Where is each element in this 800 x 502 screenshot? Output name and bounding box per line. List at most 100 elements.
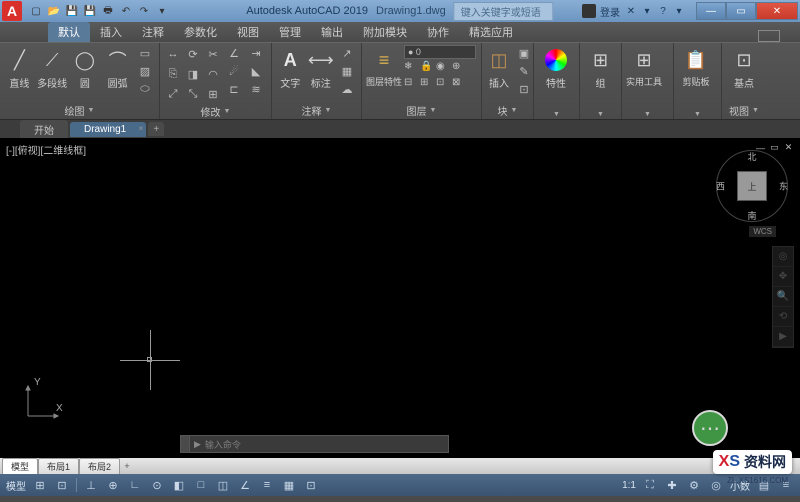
add-layout-button[interactable]: + xyxy=(120,460,134,472)
explode-icon[interactable]: ☄ xyxy=(224,63,244,79)
panel-annot-label[interactable]: 注释▼ xyxy=(276,102,357,119)
layer-iso-icon[interactable]: ⊟ xyxy=(404,77,418,91)
ribbon-tab-insert[interactable]: 插入 xyxy=(90,22,132,42)
viewcube[interactable]: 上 北 南 东 西 xyxy=(716,150,788,222)
mirror-icon[interactable]: ◨ xyxy=(184,65,202,83)
ellipse-icon[interactable]: ⬭ xyxy=(135,81,155,97)
save-icon[interactable]: 💾 xyxy=(64,3,80,19)
viewcube-top-face[interactable]: 上 xyxy=(737,171,767,201)
ribbon-tab-addins[interactable]: 附加模块 xyxy=(353,22,417,42)
qat-dropdown-icon[interactable]: ▾ xyxy=(154,3,170,19)
create-block-icon[interactable]: ▣ xyxy=(514,45,534,61)
help-dropdown-icon[interactable]: ▾ xyxy=(672,4,686,18)
leader-icon[interactable]: ↗ xyxy=(337,45,357,61)
exchange-icon[interactable]: ✕ xyxy=(624,4,638,18)
close-tab-icon[interactable]: × xyxy=(139,124,144,133)
user-icon[interactable] xyxy=(582,4,596,18)
ribbon-tab-parametric[interactable]: 参数化 xyxy=(174,22,227,42)
edit-block-icon[interactable]: ✎ xyxy=(514,63,534,79)
3dosnap-icon[interactable]: ◫ xyxy=(215,477,231,493)
close-button[interactable]: ✕ xyxy=(756,2,798,20)
anno-monitor-icon[interactable]: ◎ xyxy=(708,477,724,493)
ribbon-tab-annotate[interactable]: 注释 xyxy=(132,22,174,42)
tab-drawing1[interactable]: Drawing1× xyxy=(70,122,146,137)
line-button[interactable]: ╱直线 xyxy=(4,45,35,90)
anno-visibility-icon[interactable]: ⛶ xyxy=(642,477,658,493)
layer-prev-icon[interactable]: ⊞ xyxy=(420,77,434,91)
layer-dropdown[interactable]: ● 0 xyxy=(404,45,476,59)
nav-showmotion-icon[interactable]: ▶ xyxy=(773,327,793,347)
panel-clip-label[interactable]: ▼ xyxy=(678,110,717,119)
nav-wheel-icon[interactable]: ◎ xyxy=(773,247,793,267)
break-icon[interactable]: ≋ xyxy=(246,81,266,97)
rect-icon[interactable]: ▭ xyxy=(135,45,155,61)
ribbon-tab-manage[interactable]: 管理 xyxy=(269,22,311,42)
nav-zoom-icon[interactable]: 🔍 xyxy=(773,287,793,307)
command-line[interactable]: ▶输入命令 xyxy=(180,434,449,454)
viewcube-east[interactable]: 东 xyxy=(779,180,788,193)
layer-match-icon[interactable]: ⊕ xyxy=(452,61,466,75)
plot-icon[interactable]: 🖶 xyxy=(100,3,116,19)
cmdline-grip-icon[interactable] xyxy=(180,435,189,453)
layer-props-button[interactable]: ≡图层特性 xyxy=(366,45,402,88)
group-button[interactable]: ⊞组 xyxy=(584,45,617,90)
tab-start[interactable]: 开始 xyxy=(20,120,68,139)
dim-button[interactable]: ⟷标注 xyxy=(307,45,336,90)
layout-tab-layout2[interactable]: 布局2 xyxy=(79,458,120,474)
panel-modify-label[interactable]: 修改▼ xyxy=(164,103,267,120)
minimize-button[interactable]: — xyxy=(696,2,726,20)
maximize-button[interactable]: ▭ xyxy=(726,2,756,20)
array-icon[interactable]: ⊞ xyxy=(204,85,222,103)
isodraft-icon[interactable]: ◧ xyxy=(171,477,187,493)
workspace-icon[interactable]: ⚙ xyxy=(686,477,702,493)
ribbon-tab-view[interactable]: 视图 xyxy=(227,22,269,42)
panel-layer-label[interactable]: 图层▼ xyxy=(366,102,477,119)
ribbon-tab-featured[interactable]: 精选应用 xyxy=(459,22,523,42)
polar-icon[interactable]: ⊙ xyxy=(149,477,165,493)
osnap-icon[interactable]: □ xyxy=(193,477,209,493)
undo-icon[interactable]: ↶ xyxy=(118,3,134,19)
viewcube-west[interactable]: 西 xyxy=(716,180,725,193)
ribbon-focus-icon[interactable] xyxy=(758,30,780,42)
basepoint-button[interactable]: ⊡基点 xyxy=(726,45,762,90)
panel-view-label[interactable]: 视图▼ xyxy=(726,102,762,119)
panel-props-label[interactable]: ▼ xyxy=(538,110,575,119)
circle-button[interactable]: ◯圆 xyxy=(70,45,101,90)
hatch-icon[interactable]: ▨ xyxy=(135,63,155,79)
infer-constraint-icon[interactable]: ⊥ xyxy=(83,477,99,493)
ortho-icon[interactable]: ∟ xyxy=(127,477,143,493)
login-button[interactable]: 登录 xyxy=(600,4,620,19)
selection-cycle-icon[interactable]: ⊡ xyxy=(303,477,319,493)
layer-state-icon[interactable]: ⊠ xyxy=(452,77,466,91)
viewport-state-label[interactable]: [-][俯视][二维线框] xyxy=(6,142,86,157)
layer-walk-icon[interactable]: ⊡ xyxy=(436,77,450,91)
copy-icon[interactable]: ⎘ xyxy=(164,65,182,83)
saveas-icon[interactable]: 💾 xyxy=(82,3,98,19)
snap-icon[interactable]: ⊡ xyxy=(54,477,70,493)
stayconnected-icon[interactable]: ▾ xyxy=(640,4,654,18)
lwt-icon[interactable]: ≡ xyxy=(259,477,275,493)
table-icon[interactable]: ▦ xyxy=(337,63,357,79)
properties-button[interactable]: 特性 xyxy=(538,45,574,90)
extend-icon[interactable]: ⇥ xyxy=(246,45,266,61)
layout-tab-model[interactable]: 模型 xyxy=(2,458,38,474)
panel-utils-label[interactable]: ▼ xyxy=(626,110,669,119)
dyn-input-icon[interactable]: ⊕ xyxy=(105,477,121,493)
help-search-input[interactable]: 键入关键字或短语 xyxy=(454,2,554,21)
model-space-button[interactable]: 模型 xyxy=(6,478,26,493)
trim-icon[interactable]: ✂ xyxy=(204,45,222,63)
ribbon-tab-collab[interactable]: 协作 xyxy=(417,22,459,42)
new-icon[interactable]: ▢ xyxy=(28,3,44,19)
ribbon-tab-output[interactable]: 输出 xyxy=(311,22,353,42)
app-menu-icon[interactable]: A xyxy=(2,1,22,21)
open-icon[interactable]: 📂 xyxy=(46,3,62,19)
move-icon[interactable]: ↔ xyxy=(164,45,182,63)
wcs-label[interactable]: WCS xyxy=(749,226,776,237)
otrack-icon[interactable]: ∠ xyxy=(237,477,253,493)
nav-pan-icon[interactable]: ✥ xyxy=(773,267,793,287)
polyline-button[interactable]: ⟋多段线 xyxy=(37,45,68,90)
panel-block-label[interactable]: 块▼ xyxy=(486,102,529,119)
attr-block-icon[interactable]: ⊡ xyxy=(514,81,534,97)
layer-lock-icon[interactable]: 🔒 xyxy=(420,61,434,75)
grid-icon[interactable]: ⊞ xyxy=(32,477,48,493)
